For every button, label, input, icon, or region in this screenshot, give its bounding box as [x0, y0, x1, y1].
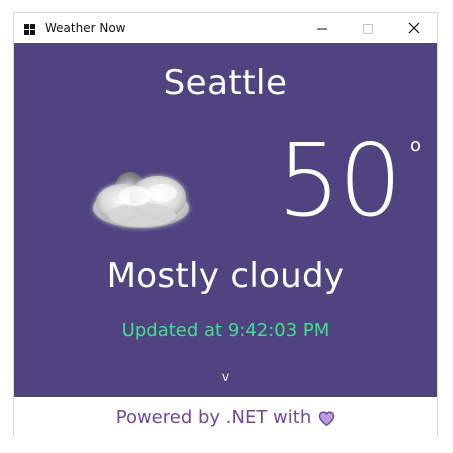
app-window: Weather Now Seattle 50 o Mostly cloudy U…	[13, 12, 438, 438]
city-name: Seattle	[163, 63, 288, 103]
expand-toggle[interactable]: v	[14, 370, 437, 385]
app-icon	[23, 21, 37, 35]
maximize-button[interactable]	[345, 13, 391, 43]
maximize-icon	[363, 19, 373, 38]
minimize-button[interactable]	[299, 13, 345, 43]
window-title: Weather Now	[45, 21, 126, 35]
weather-condition: Mostly cloudy	[106, 256, 345, 296]
title-bar[interactable]: Weather Now	[14, 13, 437, 43]
weather-panel: Seattle 50 o Mostly cloudy Updated at 9:…	[14, 43, 437, 397]
minimize-icon	[317, 19, 327, 38]
degree-symbol: o	[410, 135, 422, 156]
window-controls	[299, 13, 437, 43]
close-button[interactable]	[391, 13, 437, 43]
heart-icon	[318, 410, 335, 427]
updated-timestamp: Updated at 9:42:03 PM	[121, 320, 330, 341]
powered-by-text: Powered by .NET with	[115, 407, 312, 428]
mostly-cloudy-night-icon	[76, 153, 206, 243]
temperature-value: 50	[277, 122, 402, 239]
close-icon	[408, 19, 420, 38]
footer: Powered by .NET with	[14, 397, 437, 438]
